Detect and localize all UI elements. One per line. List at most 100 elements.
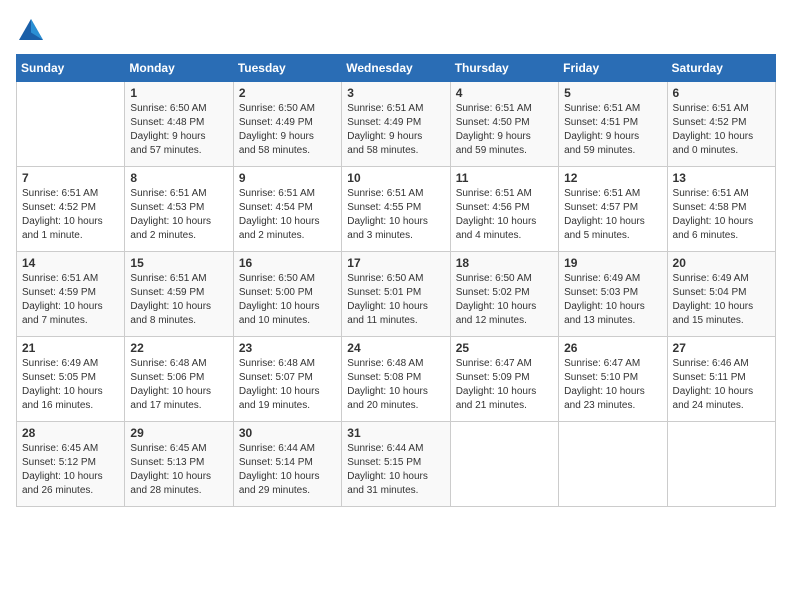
header bbox=[16, 16, 776, 46]
calendar-cell: 2Sunrise: 6:50 AM Sunset: 4:49 PM Daylig… bbox=[233, 82, 341, 167]
calendar-cell: 7 Sunrise: 6:51 AM Sunset: 4:52 PM Daylig… bbox=[17, 167, 125, 252]
day-info: Sunrise: 6:49 AM Sunset: 5:05 PM Dayligh… bbox=[22, 357, 119, 413]
day-number: 5 bbox=[564, 86, 661, 100]
day-number: 10 bbox=[347, 171, 444, 185]
day-info: Sunrise: 6:46 AM Sunset: 5:11 PM Dayligh… bbox=[673, 357, 770, 413]
day-info: Sunrise: 6:51 AM Sunset: 4:59 PM Dayligh… bbox=[22, 272, 119, 328]
calendar-cell: 26 Sunrise: 6:47 AM Sunset: 5:10 PM Dayli… bbox=[559, 337, 667, 422]
calendar-cell: 27 Sunrise: 6:46 AM Sunset: 5:11 PM Dayli… bbox=[667, 337, 775, 422]
day-info: Sunrise: 6:47 AM Sunset: 5:10 PM Dayligh… bbox=[564, 357, 661, 413]
day-info: Sunrise: 6:45 AM Sunset: 5:12 PM Dayligh… bbox=[22, 442, 119, 498]
weekday-header-monday: Monday bbox=[125, 55, 233, 82]
day-info: Sunrise: 6:45 AM Sunset: 5:13 PM Dayligh… bbox=[130, 442, 227, 498]
day-number: 31 bbox=[347, 426, 444, 440]
day-number: 12 bbox=[564, 171, 661, 185]
day-info: Sunrise: 6:48 AM Sunset: 5:08 PM Dayligh… bbox=[347, 357, 444, 413]
calendar-table: SundayMondayTuesdayWednesdayThursdayFrid… bbox=[16, 54, 776, 507]
weekday-header-wednesday: Wednesday bbox=[342, 55, 450, 82]
day-number: 15 bbox=[130, 256, 227, 270]
day-info: Sunrise: 6:48 AM Sunset: 5:07 PM Dayligh… bbox=[239, 357, 336, 413]
day-number: 13 bbox=[673, 171, 770, 185]
week-row-3: 14 Sunrise: 6:51 AM Sunset: 4:59 PM Dayli… bbox=[17, 252, 776, 337]
week-row-1: 1 Sunrise: 6:50 AM Sunset: 4:48 PM Daylig… bbox=[17, 82, 776, 167]
day-number: 20 bbox=[673, 256, 770, 270]
calendar-cell bbox=[17, 82, 125, 167]
day-number: 6 bbox=[673, 86, 770, 100]
week-row-2: 7 Sunrise: 6:51 AM Sunset: 4:52 PM Daylig… bbox=[17, 167, 776, 252]
day-info: Sunrise: 6:51 AM Sunset: 4:55 PM Dayligh… bbox=[347, 187, 444, 243]
calendar-cell: 9 Sunrise: 6:51 AM Sunset: 4:54 PM Daylig… bbox=[233, 167, 341, 252]
calendar-cell: 18Sunrise: 6:50 AM Sunset: 5:02 PM Dayli… bbox=[450, 252, 558, 337]
day-info: Sunrise: 6:51 AM Sunset: 4:49 PM Dayligh… bbox=[347, 102, 444, 158]
day-info: Sunrise: 6:51 AM Sunset: 4:59 PM Dayligh… bbox=[130, 272, 227, 328]
day-number: 27 bbox=[673, 341, 770, 355]
weekday-header-row: SundayMondayTuesdayWednesdayThursdayFrid… bbox=[17, 55, 776, 82]
day-number: 11 bbox=[456, 171, 553, 185]
calendar-cell: 21 Sunrise: 6:49 AM Sunset: 5:05 PM Dayli… bbox=[17, 337, 125, 422]
day-number: 26 bbox=[564, 341, 661, 355]
calendar-cell: 16 Sunrise: 6:50 AM Sunset: 5:00 PM Dayli… bbox=[233, 252, 341, 337]
calendar-cell: 23 Sunrise: 6:48 AM Sunset: 5:07 PM Dayli… bbox=[233, 337, 341, 422]
day-info: Sunrise: 6:44 AM Sunset: 5:15 PM Dayligh… bbox=[347, 442, 444, 498]
calendar-cell: 1 Sunrise: 6:50 AM Sunset: 4:48 PM Daylig… bbox=[125, 82, 233, 167]
calendar-cell: 24 Sunrise: 6:48 AM Sunset: 5:08 PM Dayli… bbox=[342, 337, 450, 422]
calendar-cell: 8 Sunrise: 6:51 AM Sunset: 4:53 PM Daylig… bbox=[125, 167, 233, 252]
day-info: Sunrise: 6:50 AM Sunset: 4:49 PM Dayligh… bbox=[239, 102, 336, 158]
calendar-cell: 13 Sunrise: 6:51 AM Sunset: 4:58 PM Dayli… bbox=[667, 167, 775, 252]
day-number: 7 bbox=[22, 171, 119, 185]
calendar-cell: 25 Sunrise: 6:47 AM Sunset: 5:09 PM Dayli… bbox=[450, 337, 558, 422]
day-number: 29 bbox=[130, 426, 227, 440]
calendar-cell: 10 Sunrise: 6:51 AM Sunset: 4:55 PM Dayli… bbox=[342, 167, 450, 252]
calendar-cell: 4 Sunrise: 6:51 AM Sunset: 4:50 PM Daylig… bbox=[450, 82, 558, 167]
calendar-cell: 30Sunrise: 6:44 AM Sunset: 5:14 PM Dayli… bbox=[233, 422, 341, 507]
weekday-header-tuesday: Tuesday bbox=[233, 55, 341, 82]
day-info: Sunrise: 6:51 AM Sunset: 4:51 PM Dayligh… bbox=[564, 102, 661, 158]
calendar-cell: 31 Sunrise: 6:44 AM Sunset: 5:15 PM Dayli… bbox=[342, 422, 450, 507]
week-row-4: 21 Sunrise: 6:49 AM Sunset: 5:05 PM Dayli… bbox=[17, 337, 776, 422]
calendar-cell: 6 Sunrise: 6:51 AM Sunset: 4:52 PM Daylig… bbox=[667, 82, 775, 167]
day-number: 22 bbox=[130, 341, 227, 355]
calendar-cell: 19 Sunrise: 6:49 AM Sunset: 5:03 PM Dayli… bbox=[559, 252, 667, 337]
calendar-cell bbox=[559, 422, 667, 507]
calendar-cell bbox=[450, 422, 558, 507]
day-number: 4 bbox=[456, 86, 553, 100]
calendar-cell bbox=[667, 422, 775, 507]
calendar-cell: 29 Sunrise: 6:45 AM Sunset: 5:13 PM Dayli… bbox=[125, 422, 233, 507]
logo-icon bbox=[16, 16, 46, 46]
calendar-cell: 12Sunrise: 6:51 AM Sunset: 4:57 PM Dayli… bbox=[559, 167, 667, 252]
day-number: 16 bbox=[239, 256, 336, 270]
day-info: Sunrise: 6:51 AM Sunset: 4:50 PM Dayligh… bbox=[456, 102, 553, 158]
day-info: Sunrise: 6:47 AM Sunset: 5:09 PM Dayligh… bbox=[456, 357, 553, 413]
calendar-cell: 22 Sunrise: 6:48 AM Sunset: 5:06 PM Dayli… bbox=[125, 337, 233, 422]
day-info: Sunrise: 6:50 AM Sunset: 5:00 PM Dayligh… bbox=[239, 272, 336, 328]
weekday-header-sunday: Sunday bbox=[17, 55, 125, 82]
weekday-header-saturday: Saturday bbox=[667, 55, 775, 82]
calendar-cell: 17 Sunrise: 6:50 AM Sunset: 5:01 PM Dayli… bbox=[342, 252, 450, 337]
day-info: Sunrise: 6:48 AM Sunset: 5:06 PM Dayligh… bbox=[130, 357, 227, 413]
day-info: Sunrise: 6:49 AM Sunset: 5:03 PM Dayligh… bbox=[564, 272, 661, 328]
day-info: Sunrise: 6:51 AM Sunset: 4:52 PM Dayligh… bbox=[22, 187, 119, 243]
day-number: 28 bbox=[22, 426, 119, 440]
day-info: Sunrise: 6:51 AM Sunset: 4:53 PM Dayligh… bbox=[130, 187, 227, 243]
calendar-cell: 3Sunrise: 6:51 AM Sunset: 4:49 PM Daylig… bbox=[342, 82, 450, 167]
weekday-header-friday: Friday bbox=[559, 55, 667, 82]
day-number: 24 bbox=[347, 341, 444, 355]
day-number: 17 bbox=[347, 256, 444, 270]
day-info: Sunrise: 6:44 AM Sunset: 5:14 PM Dayligh… bbox=[239, 442, 336, 498]
day-info: Sunrise: 6:51 AM Sunset: 4:58 PM Dayligh… bbox=[673, 187, 770, 243]
day-info: Sunrise: 6:51 AM Sunset: 4:52 PM Dayligh… bbox=[673, 102, 770, 158]
day-info: Sunrise: 6:51 AM Sunset: 4:54 PM Dayligh… bbox=[239, 187, 336, 243]
calendar-cell: 5 Sunrise: 6:51 AM Sunset: 4:51 PM Daylig… bbox=[559, 82, 667, 167]
day-number: 21 bbox=[22, 341, 119, 355]
week-row-5: 28 Sunrise: 6:45 AM Sunset: 5:12 PM Dayli… bbox=[17, 422, 776, 507]
day-info: Sunrise: 6:50 AM Sunset: 4:48 PM Dayligh… bbox=[130, 102, 227, 158]
day-number: 9 bbox=[239, 171, 336, 185]
day-info: Sunrise: 6:50 AM Sunset: 5:01 PM Dayligh… bbox=[347, 272, 444, 328]
day-number: 25 bbox=[456, 341, 553, 355]
day-number: 8 bbox=[130, 171, 227, 185]
day-number: 1 bbox=[130, 86, 227, 100]
day-number: 19 bbox=[564, 256, 661, 270]
calendar-cell: 11Sunrise: 6:51 AM Sunset: 4:56 PM Dayli… bbox=[450, 167, 558, 252]
day-number: 14 bbox=[22, 256, 119, 270]
day-number: 23 bbox=[239, 341, 336, 355]
